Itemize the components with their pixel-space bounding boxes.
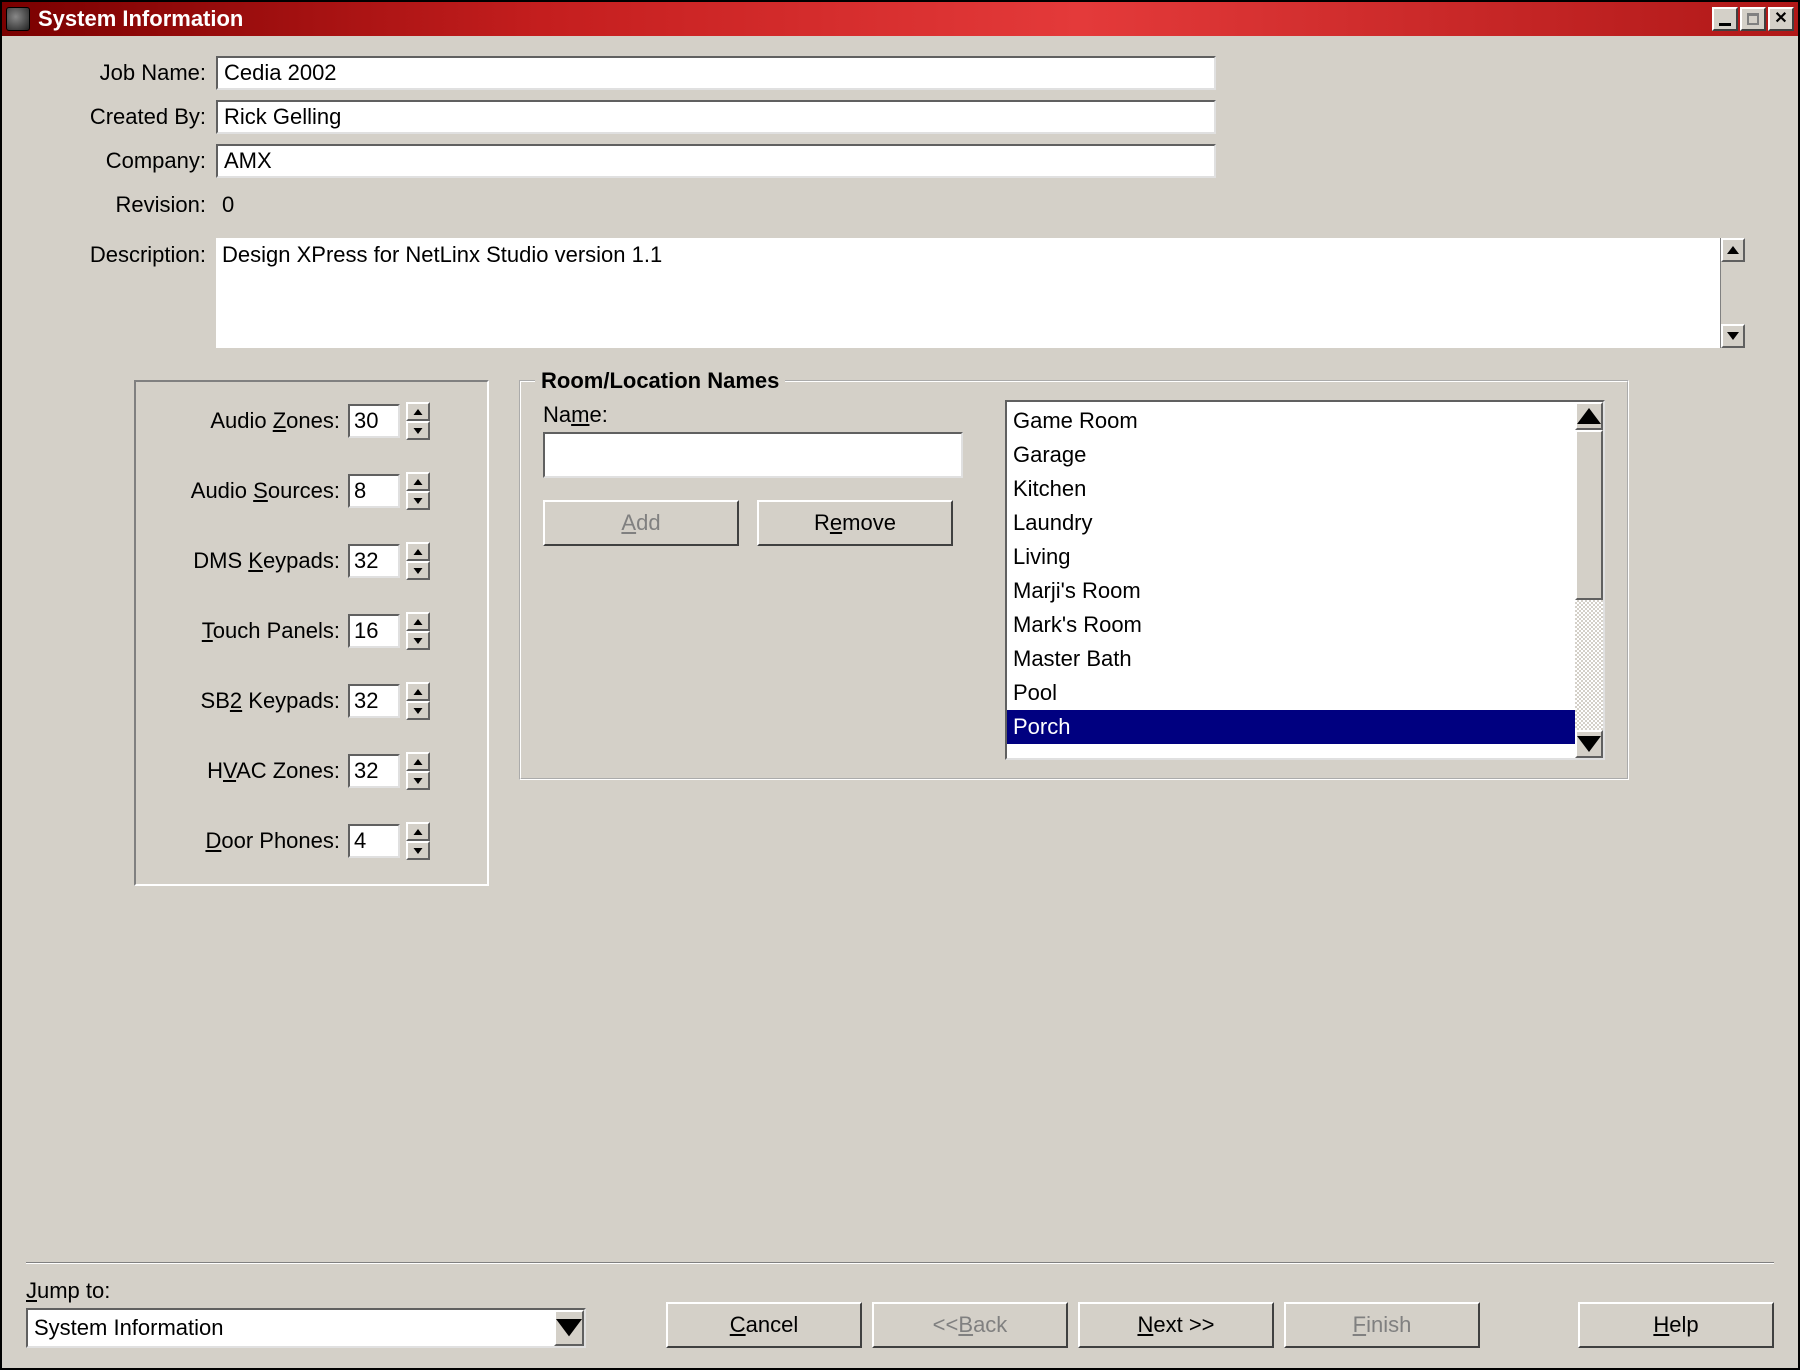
description-label: Description:: [28, 238, 216, 268]
audio-zones-spin-up[interactable]: [406, 402, 430, 421]
separator: [26, 1262, 1774, 1264]
audio-sources-spin-down[interactable]: [406, 491, 430, 510]
maximize-button[interactable]: [1740, 7, 1766, 31]
client-area: Job Name: Created By: Company: Revision:…: [2, 36, 1798, 1368]
door-phones-spin-down[interactable]: [406, 841, 430, 860]
close-button[interactable]: ✕: [1768, 7, 1794, 31]
list-item[interactable]: Laundry: [1007, 506, 1575, 540]
company-input[interactable]: [216, 144, 1216, 178]
company-label: Company:: [28, 148, 216, 174]
description-textarea[interactable]: Design XPress for NetLinx Studio version…: [216, 238, 1720, 348]
audio-zones-input[interactable]: [348, 404, 400, 438]
audio-sources-input[interactable]: [348, 474, 400, 508]
list-item[interactable]: Living: [1007, 540, 1575, 574]
jump-to-label: Jump to:: [26, 1278, 606, 1304]
sb2-keypads-spin-up[interactable]: [406, 682, 430, 701]
jump-to-value[interactable]: [28, 1310, 554, 1346]
groupbox-title: Room/Location Names: [535, 368, 785, 394]
cancel-button[interactable]: Cancel: [666, 1302, 862, 1348]
scroll-up-icon[interactable]: [1721, 238, 1745, 262]
room-list-scrollbar[interactable]: [1575, 402, 1603, 758]
list-item[interactable]: Master Bath: [1007, 642, 1575, 676]
counts-panel: Audio Zones: Audio Sources:: [134, 380, 489, 886]
list-item[interactable]: Game Room: [1007, 404, 1575, 438]
dms-keypads-spin-up[interactable]: [406, 542, 430, 561]
description-scrollbar[interactable]: [1720, 238, 1746, 348]
dms-keypads-spin-down[interactable]: [406, 561, 430, 580]
touch-panels-spin-up[interactable]: [406, 612, 430, 631]
dms-keypads-label: DMS Keypads:: [150, 548, 348, 574]
list-item[interactable]: Porch: [1007, 710, 1575, 744]
revision-value: 0: [216, 192, 234, 218]
door-phones-label: Door Phones:: [150, 828, 348, 854]
scroll-down-icon[interactable]: [1721, 324, 1745, 348]
hvac-zones-spin-up[interactable]: [406, 752, 430, 771]
sb2-keypads-spin-down[interactable]: [406, 701, 430, 720]
next-button[interactable]: Next >>: [1078, 1302, 1274, 1348]
sb2-keypads-label: SB2 Keypads:: [150, 688, 348, 714]
scroll-track[interactable]: [1575, 600, 1603, 730]
list-item[interactable]: Marji's Room: [1007, 574, 1575, 608]
door-phones-spin-up[interactable]: [406, 822, 430, 841]
touch-panels-label: Touch Panels:: [150, 618, 348, 644]
finish-button[interactable]: Finish: [1284, 1302, 1480, 1348]
sb2-keypads-input[interactable]: [348, 684, 400, 718]
scroll-thumb[interactable]: [1575, 430, 1603, 600]
app-icon: [6, 7, 30, 31]
list-item[interactable]: Garage: [1007, 438, 1575, 472]
room-listbox[interactable]: Game RoomGarageKitchenLaundryLivingMarji…: [1005, 400, 1605, 760]
scroll-up-icon[interactable]: [1575, 402, 1603, 430]
revision-label: Revision:: [28, 192, 216, 218]
list-item[interactable]: Kitchen: [1007, 472, 1575, 506]
job-name-label: Job Name:: [28, 60, 216, 86]
window-title: System Information: [38, 6, 243, 32]
remove-button[interactable]: Remove: [757, 500, 953, 546]
dms-keypads-input[interactable]: [348, 544, 400, 578]
door-phones-input[interactable]: [348, 824, 400, 858]
help-button[interactable]: Help: [1578, 1302, 1774, 1348]
created-by-input[interactable]: [216, 100, 1216, 134]
room-name-label: Name:: [543, 402, 973, 428]
scroll-down-icon[interactable]: [1575, 730, 1603, 758]
audio-sources-label: Audio Sources:: [150, 478, 348, 504]
chevron-down-icon[interactable]: [554, 1310, 584, 1346]
hvac-zones-spin-down[interactable]: [406, 771, 430, 790]
audio-zones-spin-down[interactable]: [406, 421, 430, 440]
created-by-label: Created By:: [28, 104, 216, 130]
audio-zones-label: Audio Zones:: [150, 408, 348, 434]
touch-panels-input[interactable]: [348, 614, 400, 648]
touch-panels-spin-down[interactable]: [406, 631, 430, 650]
minimize-button[interactable]: [1712, 7, 1738, 31]
list-item[interactable]: Mark's Room: [1007, 608, 1575, 642]
system-information-window: System Information ✕ Job Name: Created B…: [0, 0, 1800, 1370]
room-location-groupbox: Room/Location Names Name: Add Remove: [519, 380, 1629, 780]
add-button[interactable]: Add: [543, 500, 739, 546]
room-name-input[interactable]: [543, 432, 963, 478]
jump-to-combo[interactable]: [26, 1308, 586, 1348]
title-bar[interactable]: System Information ✕: [2, 2, 1798, 36]
audio-sources-spin-up[interactable]: [406, 472, 430, 491]
hvac-zones-label: HVAC Zones:: [150, 758, 348, 784]
hvac-zones-input[interactable]: [348, 754, 400, 788]
list-item[interactable]: Pool: [1007, 676, 1575, 710]
job-name-input[interactable]: [216, 56, 1216, 90]
back-button[interactable]: << Back: [872, 1302, 1068, 1348]
